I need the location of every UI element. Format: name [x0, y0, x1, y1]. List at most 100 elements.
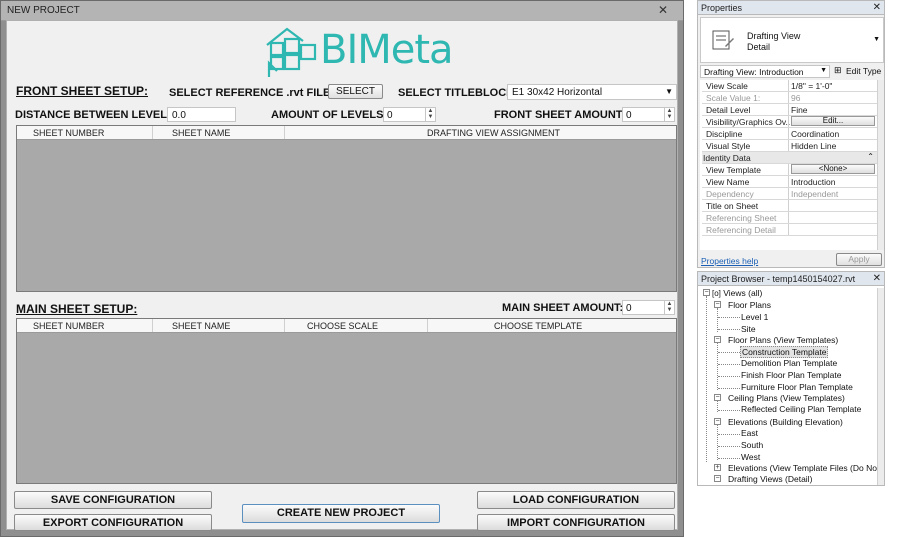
- stepper-arrows-icon[interactable]: ▲ ▼: [425, 108, 435, 121]
- tree-node-level-1[interactable]: Level 1: [741, 312, 768, 322]
- column-choose-template[interactable]: CHOOSE TEMPLATE: [494, 321, 582, 331]
- prop-row[interactable]: Detail Level Fine: [702, 104, 878, 116]
- select-reference-label: SELECT REFERENCE .rvt FILE:: [169, 87, 335, 99]
- dialog-titlebar[interactable]: NEW PROJECT ✕: [1, 1, 683, 21]
- browser-scrollbar[interactable]: [877, 288, 884, 485]
- prop-row[interactable]: Visual Style Hidden Line: [702, 140, 878, 152]
- properties-titlebar: Properties ✕: [698, 1, 884, 15]
- logo-text: BIMeta: [320, 27, 454, 73]
- prop-row: Scale Value 1: 96: [702, 92, 878, 104]
- edit-type-button[interactable]: ⊞ Edit Type: [834, 65, 882, 78]
- select-titleblock-label: SELECT TITLEBLOCK:: [398, 87, 518, 99]
- browser-title: Project Browser - temp1450154027.rvt: [701, 274, 856, 284]
- column-sheet-name[interactable]: SHEET NAME: [172, 321, 230, 331]
- collapse-icon[interactable]: −: [714, 394, 721, 401]
- main-amount-stepper[interactable]: 0 ▲ ▼: [622, 300, 675, 315]
- identity-data-group[interactable]: Identity Data ⌃: [702, 152, 878, 164]
- view-instance-value: Drafting View: Introduction: [704, 67, 804, 77]
- titleblock-value: E1 30x42 Horizontal: [512, 87, 603, 98]
- browser-titlebar: Project Browser - temp1450154027.rvt ✕: [698, 272, 884, 286]
- export-configuration-button[interactable]: EXPORT CONFIGURATION: [14, 514, 212, 531]
- tree-node-demolition-template[interactable]: Demolition Plan Template: [741, 358, 837, 368]
- main-sheet-grid[interactable]: SHEET NUMBER SHEET NAME CHOOSE SCALE CHO…: [16, 318, 677, 484]
- column-sheet-name[interactable]: SHEET NAME: [172, 128, 230, 138]
- collapse-icon[interactable]: −: [703, 289, 710, 296]
- tree-node-furniture-template[interactable]: Furniture Floor Plan Template: [741, 382, 853, 392]
- properties-title: Properties: [701, 3, 743, 13]
- collapse-icon[interactable]: ⌃: [867, 152, 874, 161]
- view-instance-select[interactable]: Drafting View: Introduction ▼: [700, 65, 830, 78]
- visibility-edit-button[interactable]: Edit...: [791, 116, 875, 126]
- properties-grid: View Scale 1/8" = 1'-0" Scale Value 1: 96 …: [700, 80, 878, 250]
- bimeta-logo: BIMeta: [263, 23, 454, 81]
- apply-button[interactable]: Apply: [836, 253, 882, 266]
- column-sheet-number[interactable]: SHEET NUMBER: [33, 321, 104, 331]
- edit-type-icon: ⊞: [834, 65, 842, 75]
- create-new-project-button[interactable]: CREATE NEW PROJECT: [242, 504, 440, 523]
- collapse-icon[interactable]: −: [714, 301, 721, 308]
- tree-node-construction-template[interactable]: Construction Template: [740, 346, 829, 358]
- select-reference-button[interactable]: SELECT: [328, 84, 383, 99]
- tree-node-ceiling-plans[interactable]: Ceiling Plans (View Templates): [728, 393, 845, 403]
- close-icon[interactable]: ✕: [873, 2, 881, 13]
- view-template-button[interactable]: <None>: [791, 164, 875, 174]
- distance-input[interactable]: 0.0: [167, 107, 236, 122]
- load-configuration-button[interactable]: LOAD CONFIGURATION: [477, 491, 675, 509]
- tree-node-floor-plans[interactable]: Floor Plans: [728, 300, 771, 310]
- column-choose-scale[interactable]: CHOOSE SCALE: [307, 321, 378, 331]
- front-amount-stepper[interactable]: 0 ▲ ▼: [622, 107, 675, 122]
- tree-node-east[interactable]: East: [741, 428, 758, 438]
- tree-node-elevations-building[interactable]: Elevations (Building Elevation): [728, 417, 843, 427]
- chevron-down-icon: ▼: [665, 87, 673, 96]
- prop-row: View Template <None>: [702, 164, 878, 176]
- tree-node-finish-floor-template[interactable]: Finish Floor Plan Template: [741, 370, 841, 380]
- tree-node-south[interactable]: South: [741, 440, 763, 450]
- close-icon[interactable]: ✕: [651, 3, 675, 17]
- prop-row: Dependency Independent: [702, 188, 878, 200]
- expand-icon[interactable]: +: [714, 464, 721, 471]
- drafting-view-icon: [712, 30, 734, 50]
- tree-node-views-all[interactable]: [o] Views (all): [712, 288, 762, 298]
- column-sheet-number[interactable]: SHEET NUMBER: [33, 128, 104, 138]
- tree-node-reflected-ceiling[interactable]: Reflected Ceiling Plan Template: [741, 404, 861, 414]
- amount-levels-value: 0: [387, 110, 393, 121]
- edit-type-label: Edit Type: [846, 66, 882, 76]
- dialog-title: NEW PROJECT: [7, 5, 80, 16]
- front-sheet-grid[interactable]: SHEET NUMBER SHEET NAME DRAFTING VIEW AS…: [16, 125, 677, 292]
- prop-row: Referencing Detail: [702, 224, 878, 236]
- views-icon: [o]: [712, 289, 721, 298]
- tree-node-site[interactable]: Site: [741, 324, 756, 334]
- amount-levels-label: AMOUNT OF LEVELS:: [271, 109, 388, 121]
- collapse-icon[interactable]: −: [714, 475, 721, 482]
- prop-row[interactable]: Title on Sheet: [702, 200, 878, 212]
- prop-row[interactable]: Discipline Coordination: [702, 128, 878, 140]
- tree-node-elevations-template-files[interactable]: Elevations (View Template Files (Do Not …: [728, 463, 884, 473]
- main-sheet-header: MAIN SHEET SETUP:: [16, 302, 138, 316]
- chevron-down-icon[interactable]: ▼: [873, 36, 880, 43]
- tree-node-floor-plans-templates[interactable]: Floor Plans (View Templates): [728, 335, 838, 345]
- front-amount-label: FRONT SHEET AMOUNT:: [494, 109, 625, 121]
- properties-help-link[interactable]: Properties help: [701, 256, 758, 266]
- chevron-down-icon: ▼: [820, 67, 827, 74]
- prop-row: Referencing Sheet: [702, 212, 878, 224]
- tree-node-drafting-views[interactable]: Drafting Views (Detail): [728, 474, 812, 484]
- type-selector[interactable]: Drafting View Detail ▼: [700, 17, 884, 63]
- collapse-icon[interactable]: −: [714, 418, 721, 425]
- prop-row[interactable]: View Scale 1/8" = 1'-0": [702, 80, 878, 92]
- collapse-icon[interactable]: −: [714, 336, 721, 343]
- prop-row[interactable]: View Name Introduction: [702, 176, 878, 188]
- titleblock-select[interactable]: E1 30x42 Horizontal ▼: [507, 84, 677, 100]
- front-sheet-header: FRONT SHEET SETUP:: [16, 84, 149, 98]
- main-grid-header: SHEET NUMBER SHEET NAME CHOOSE SCALE CHO…: [17, 319, 676, 333]
- close-icon[interactable]: ✕: [873, 273, 881, 284]
- main-amount-value: 0: [626, 303, 632, 314]
- import-configuration-button[interactable]: IMPORT CONFIGURATION: [477, 514, 675, 531]
- distance-label: DISTANCE BETWEEN LEVELS:: [15, 109, 178, 121]
- stepper-arrows-icon[interactable]: ▲ ▼: [664, 108, 674, 121]
- save-configuration-button[interactable]: SAVE CONFIGURATION: [14, 491, 212, 509]
- amount-levels-stepper[interactable]: 0 ▲ ▼: [383, 107, 436, 122]
- tree-node-west[interactable]: West: [741, 452, 760, 462]
- stepper-arrows-icon[interactable]: ▲ ▼: [664, 301, 674, 314]
- column-drafting-view-assignment[interactable]: DRAFTING VIEW ASSIGNMENT: [427, 128, 560, 138]
- properties-scrollbar[interactable]: [877, 80, 884, 250]
